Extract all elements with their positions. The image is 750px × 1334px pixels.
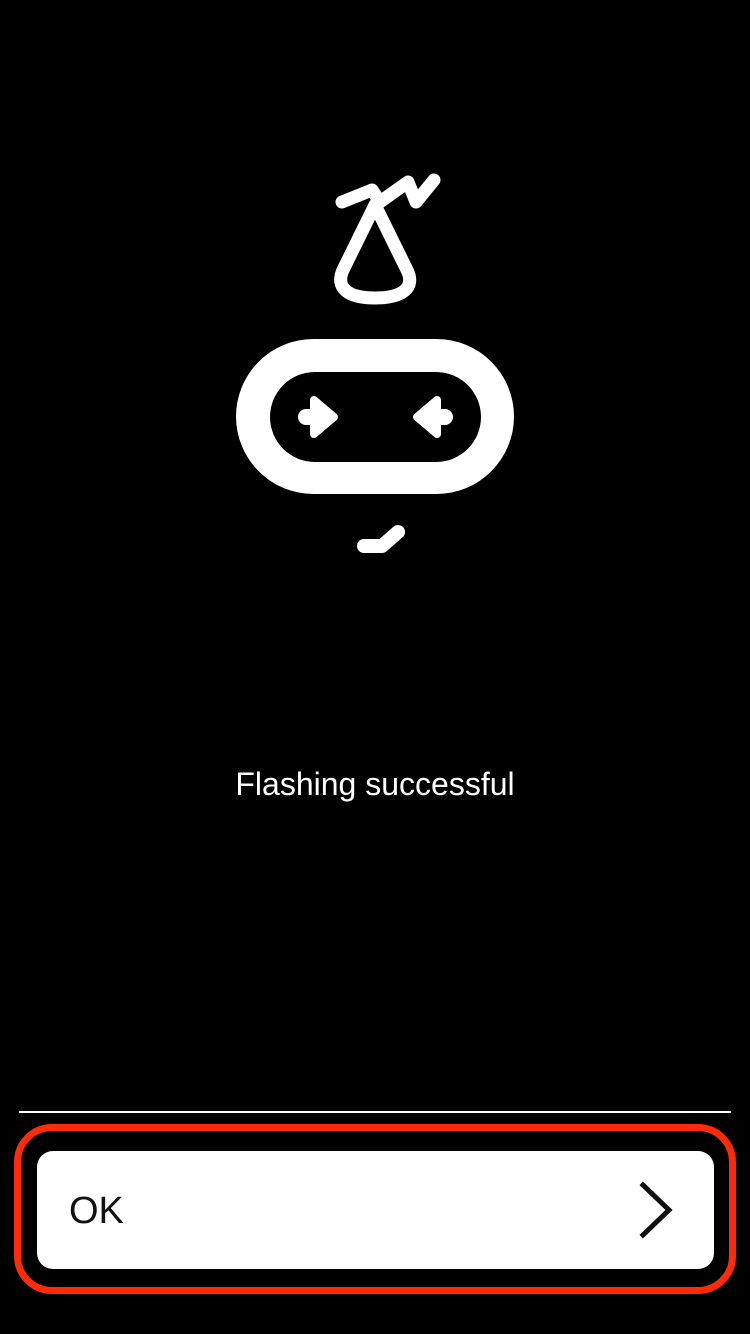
antenna-spark-icon [335, 173, 441, 209]
mouth-mark [357, 525, 405, 553]
ok-button-label: OK [69, 1190, 124, 1232]
chevron-right-icon [639, 1181, 673, 1239]
ok-button[interactable]: OK [37, 1151, 714, 1269]
status-message: Flashing successful [235, 766, 515, 802]
droplet-icon [334, 198, 417, 305]
microbit-face-icon [236, 173, 514, 553]
divider [19, 1111, 731, 1113]
